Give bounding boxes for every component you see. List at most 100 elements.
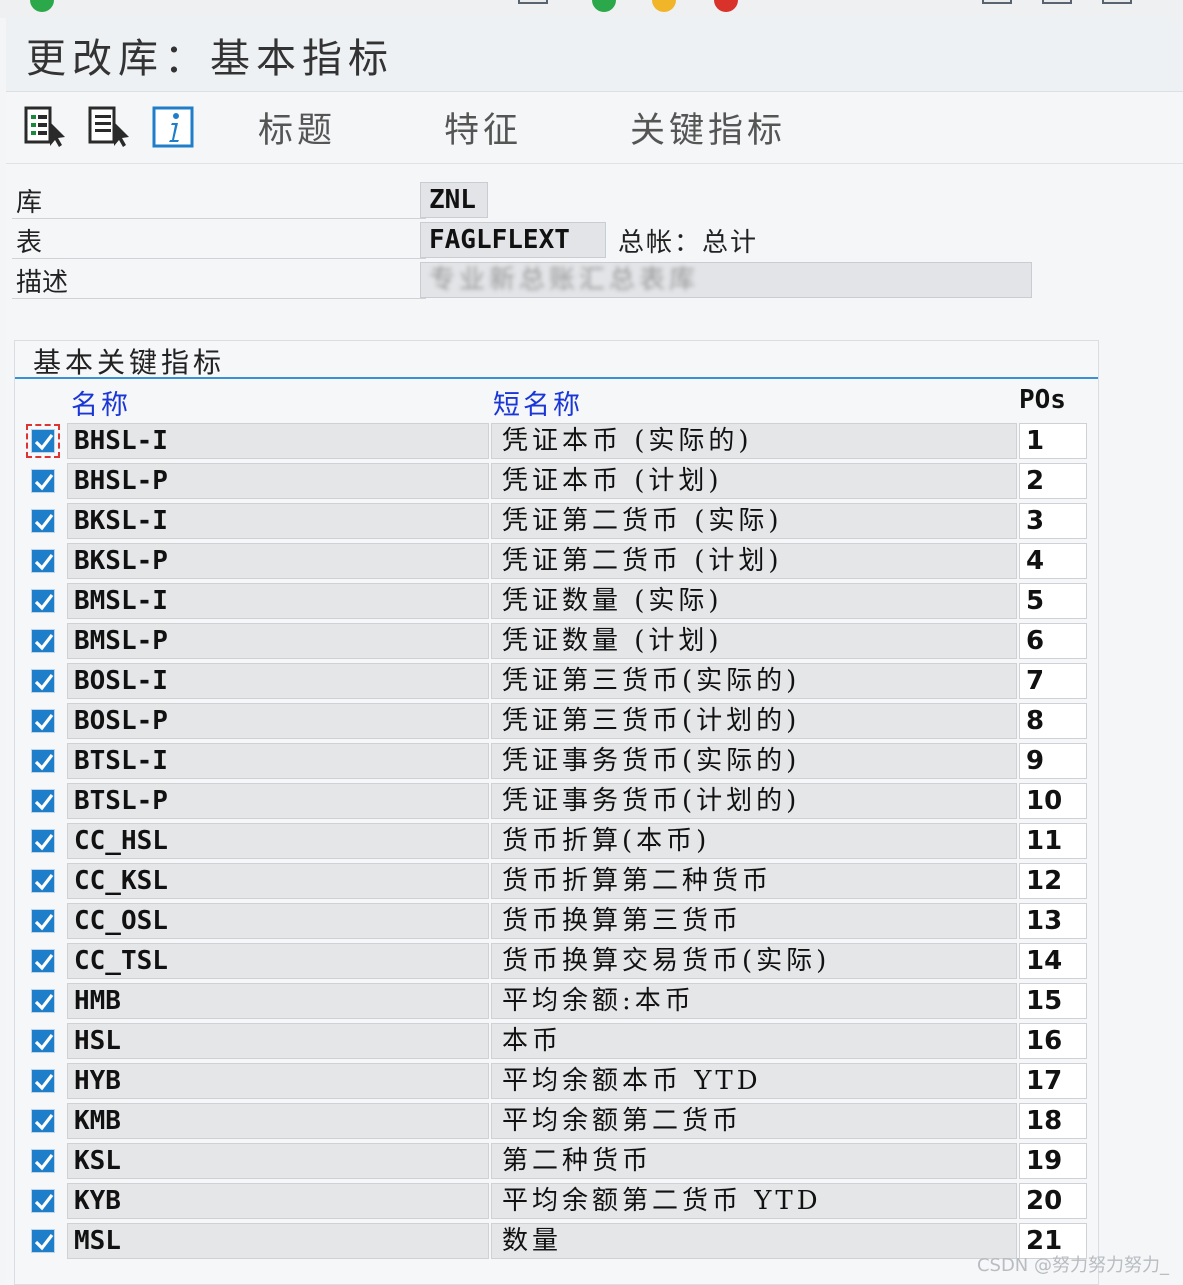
application-toolbar: 标题 特征 关键指标 — [6, 92, 1183, 164]
checkmark-icon — [34, 834, 54, 851]
row-checkbox[interactable] — [31, 949, 55, 973]
key-figure-name[interactable]: BMSL-I — [67, 583, 489, 619]
row-checkbox[interactable] — [31, 469, 55, 493]
key-figure-short-name[interactable]: 凭证数量 (计划) — [491, 623, 1017, 659]
key-figure-position[interactable]: 14 — [1019, 943, 1087, 979]
key-figure-short-name[interactable]: 凭证事务货币(实际的) — [491, 743, 1017, 779]
row-checkbox[interactable] — [31, 709, 55, 733]
row-checkbox[interactable] — [31, 1149, 55, 1173]
deselect-all-icon[interactable] — [88, 106, 130, 148]
key-figure-short-name[interactable]: 凭证第二货币 (实际) — [491, 503, 1017, 539]
key-figure-name[interactable]: BKSL-I — [67, 503, 489, 539]
key-figure-short-name[interactable]: 平均余额:本币 — [491, 983, 1017, 1019]
key-figure-name[interactable]: CC_TSL — [67, 943, 489, 979]
row-checkbox[interactable] — [31, 1069, 55, 1093]
row-checkbox[interactable] — [31, 509, 55, 533]
key-figure-name[interactable]: BOSL-I — [67, 663, 489, 699]
key-figure-name[interactable]: MSL — [67, 1223, 489, 1259]
row-checkbox[interactable] — [31, 989, 55, 1013]
key-figure-short-name[interactable]: 平均余额第二货币 — [491, 1103, 1017, 1139]
row-checkbox[interactable] — [31, 669, 55, 693]
key-figure-name[interactable]: BKSL-P — [67, 543, 489, 579]
key-figure-position[interactable]: 5 — [1019, 583, 1087, 619]
key-figure-short-name[interactable]: 凭证第三货币(实际的) — [491, 663, 1017, 699]
column-header-name[interactable]: 名称 — [71, 383, 131, 422]
key-figure-short-name[interactable]: 货币换算交易货币(实际) — [491, 943, 1017, 979]
row-checkbox[interactable] — [31, 1229, 55, 1253]
column-header-short-name[interactable]: 短名称 — [493, 383, 583, 422]
key-figure-position[interactable]: 4 — [1019, 543, 1087, 579]
key-figure-short-name[interactable]: 凭证事务货币(计划的) — [491, 783, 1017, 819]
key-figure-name[interactable]: KMB — [67, 1103, 489, 1139]
row-checkbox[interactable] — [31, 549, 55, 573]
key-figure-name[interactable]: HMB — [67, 983, 489, 1019]
row-checkbox[interactable] — [31, 789, 55, 813]
key-figure-short-name[interactable]: 数量 — [491, 1223, 1017, 1259]
row-checkbox[interactable] — [26, 424, 60, 458]
key-figure-short-name[interactable]: 平均余额第二货币 YTD — [491, 1183, 1017, 1219]
library-field[interactable]: ZNL — [420, 182, 488, 218]
row-checkbox[interactable] — [31, 909, 55, 933]
tab-title[interactable]: 标题 — [258, 102, 336, 153]
key-figure-name[interactable]: CC_OSL — [67, 903, 489, 939]
key-figure-short-name[interactable]: 本币 — [491, 1023, 1017, 1059]
key-figure-position[interactable]: 6 — [1019, 623, 1087, 659]
key-figure-position[interactable]: 8 — [1019, 703, 1087, 739]
key-figure-position[interactable]: 15 — [1019, 983, 1087, 1019]
row-checkbox[interactable] — [31, 1029, 55, 1053]
key-figure-name[interactable]: BTSL-P — [67, 783, 489, 819]
row-checkbox[interactable] — [31, 1109, 55, 1133]
key-figure-short-name[interactable]: 货币折算第二种货币 — [491, 863, 1017, 899]
row-checkbox[interactable] — [31, 1189, 55, 1213]
row-checkbox[interactable] — [31, 829, 55, 853]
key-figure-position[interactable]: 16 — [1019, 1023, 1087, 1059]
key-figure-position[interactable]: 13 — [1019, 903, 1087, 939]
row-checkbox[interactable] — [31, 589, 55, 613]
key-figure-position[interactable]: 11 — [1019, 823, 1087, 859]
select-all-icon[interactable] — [24, 106, 66, 148]
key-figure-position[interactable]: 2 — [1019, 463, 1087, 499]
key-figure-short-name[interactable]: 平均余额本币 YTD — [491, 1063, 1017, 1099]
key-figure-name[interactable]: BMSL-P — [67, 623, 489, 659]
table-row: CC_OSL 货币换算第三货币 13 — [15, 901, 1100, 941]
key-figure-name[interactable]: CC_KSL — [67, 863, 489, 899]
key-figure-name[interactable]: BTSL-I — [67, 743, 489, 779]
tab-key-figures[interactable]: 关键指标 — [630, 102, 786, 153]
key-figure-name[interactable]: CC_HSL — [67, 823, 489, 859]
key-figure-name[interactable]: BHSL-P — [67, 463, 489, 499]
key-figure-name[interactable]: HYB — [67, 1063, 489, 1099]
key-figure-name[interactable]: BOSL-P — [67, 703, 489, 739]
key-figure-short-name[interactable]: 货币折算(本币) — [491, 823, 1017, 859]
key-figure-position[interactable]: 7 — [1019, 663, 1087, 699]
key-figure-name[interactable]: KSL — [67, 1143, 489, 1179]
tab-characteristics[interactable]: 特征 — [444, 102, 522, 153]
table-field[interactable]: FAGLFLEXT — [420, 222, 606, 258]
row-checkbox[interactable] — [31, 749, 55, 773]
description-field[interactable]: 专业新总账汇总表库 — [420, 262, 1032, 298]
key-figure-position[interactable]: 3 — [1019, 503, 1087, 539]
info-icon[interactable] — [152, 106, 194, 148]
key-figure-name[interactable]: HSL — [67, 1023, 489, 1059]
key-figure-short-name[interactable]: 第二种货币 — [491, 1143, 1017, 1179]
key-figure-position[interactable]: 9 — [1019, 743, 1087, 779]
table-row: BTSL-I 凭证事务货币(实际的) 9 — [15, 741, 1100, 781]
key-figure-name[interactable]: BHSL-I — [67, 423, 489, 459]
key-figure-short-name[interactable]: 凭证数量 (实际) — [491, 583, 1017, 619]
key-figure-short-name[interactable]: 凭证本币 (计划) — [491, 463, 1017, 499]
key-figure-position[interactable]: 17 — [1019, 1063, 1087, 1099]
key-figure-position[interactable]: 1 — [1019, 423, 1087, 459]
row-checkbox[interactable] — [31, 869, 55, 893]
key-figure-position[interactable]: 12 — [1019, 863, 1087, 899]
key-figure-short-name[interactable]: 凭证第二货币 (计划) — [491, 543, 1017, 579]
column-header-pos[interactable]: POs — [1019, 385, 1066, 415]
key-figure-name[interactable]: KYB — [67, 1183, 489, 1219]
table-row: MSL 数量 21 — [15, 1221, 1100, 1261]
key-figure-position[interactable]: 19 — [1019, 1143, 1087, 1179]
key-figure-short-name[interactable]: 凭证本币 (实际的) — [491, 423, 1017, 459]
key-figure-position[interactable]: 18 — [1019, 1103, 1087, 1139]
row-checkbox[interactable] — [31, 629, 55, 653]
key-figure-position[interactable]: 20 — [1019, 1183, 1087, 1219]
key-figure-short-name[interactable]: 凭证第三货币(计划的) — [491, 703, 1017, 739]
key-figure-position[interactable]: 10 — [1019, 783, 1087, 819]
key-figure-short-name[interactable]: 货币换算第三货币 — [491, 903, 1017, 939]
